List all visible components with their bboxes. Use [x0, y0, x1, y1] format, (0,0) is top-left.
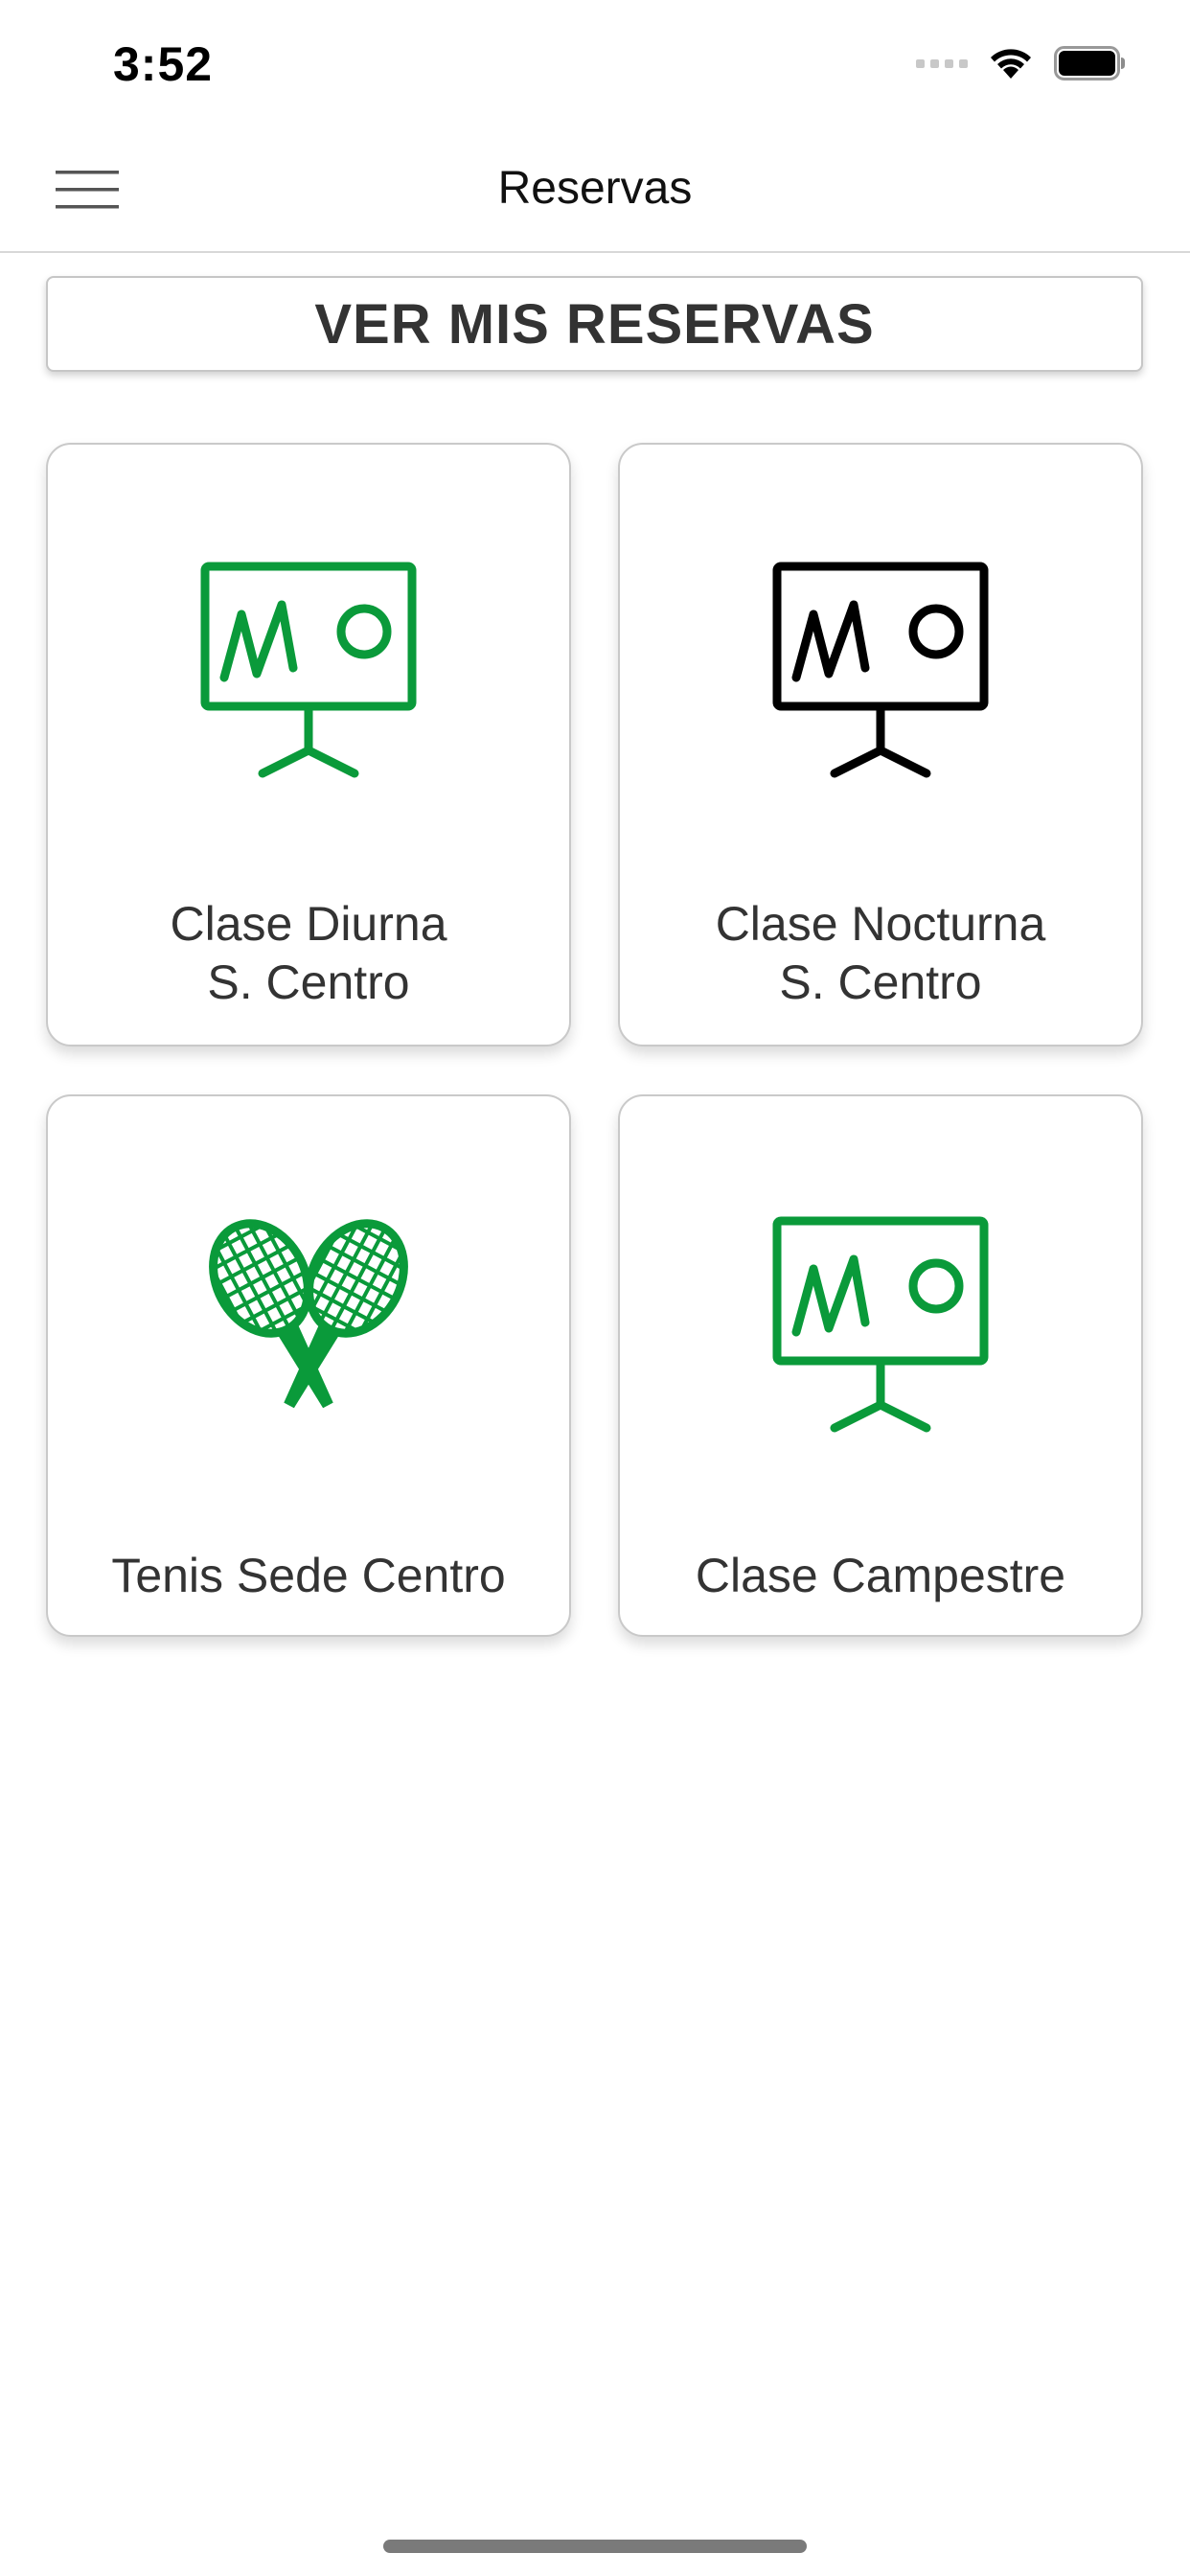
- presentation-board-icon: [772, 562, 989, 778]
- view-my-reservations-button[interactable]: VER MIS RESERVAS: [46, 276, 1143, 372]
- card-label: Clase Diurna S. Centro: [48, 895, 569, 1012]
- card-label: Tenis Sede Centro: [48, 1547, 569, 1605]
- home-indicator[interactable]: [383, 2540, 807, 2553]
- status-indicators: [916, 42, 1127, 84]
- card-clase-nocturna[interactable]: Clase Nocturna S. Centro: [618, 443, 1143, 1046]
- page-title: Reservas: [497, 163, 693, 214]
- card-label: Clase Campestre: [620, 1547, 1141, 1605]
- presentation-board-icon: [200, 562, 417, 778]
- hamburger-menu-icon: [56, 171, 119, 209]
- card-label-line1: Clase Campestre: [695, 1549, 1066, 1602]
- card-label-line1: Clase Diurna: [170, 897, 447, 951]
- card-tenis-sede-centro[interactable]: Tenis Sede Centro: [46, 1094, 571, 1637]
- wifi-icon: [991, 49, 1031, 79]
- card-label: Clase Nocturna S. Centro: [620, 895, 1141, 1012]
- cellular-signal-icon: [916, 58, 968, 68]
- card-label-line1: Clase Nocturna: [715, 897, 1046, 951]
- card-clase-diurna[interactable]: Clase Diurna S. Centro: [46, 443, 571, 1046]
- card-label-line1: Tenis Sede Centro: [111, 1549, 506, 1602]
- card-label-line2: S. Centro: [779, 955, 982, 1009]
- card-clase-campestre[interactable]: Clase Campestre: [618, 1094, 1143, 1637]
- tennis-rackets-icon: [195, 1209, 423, 1409]
- navigation-bar: Reservas: [0, 126, 1190, 253]
- status-time: 3:52: [113, 37, 214, 91]
- card-label-line2: S. Centro: [207, 955, 410, 1009]
- status-bar: 3:52: [0, 0, 1190, 126]
- presentation-board-icon: [772, 1216, 989, 1433]
- menu-button[interactable]: [54, 165, 123, 215]
- battery-icon: [1054, 46, 1125, 80]
